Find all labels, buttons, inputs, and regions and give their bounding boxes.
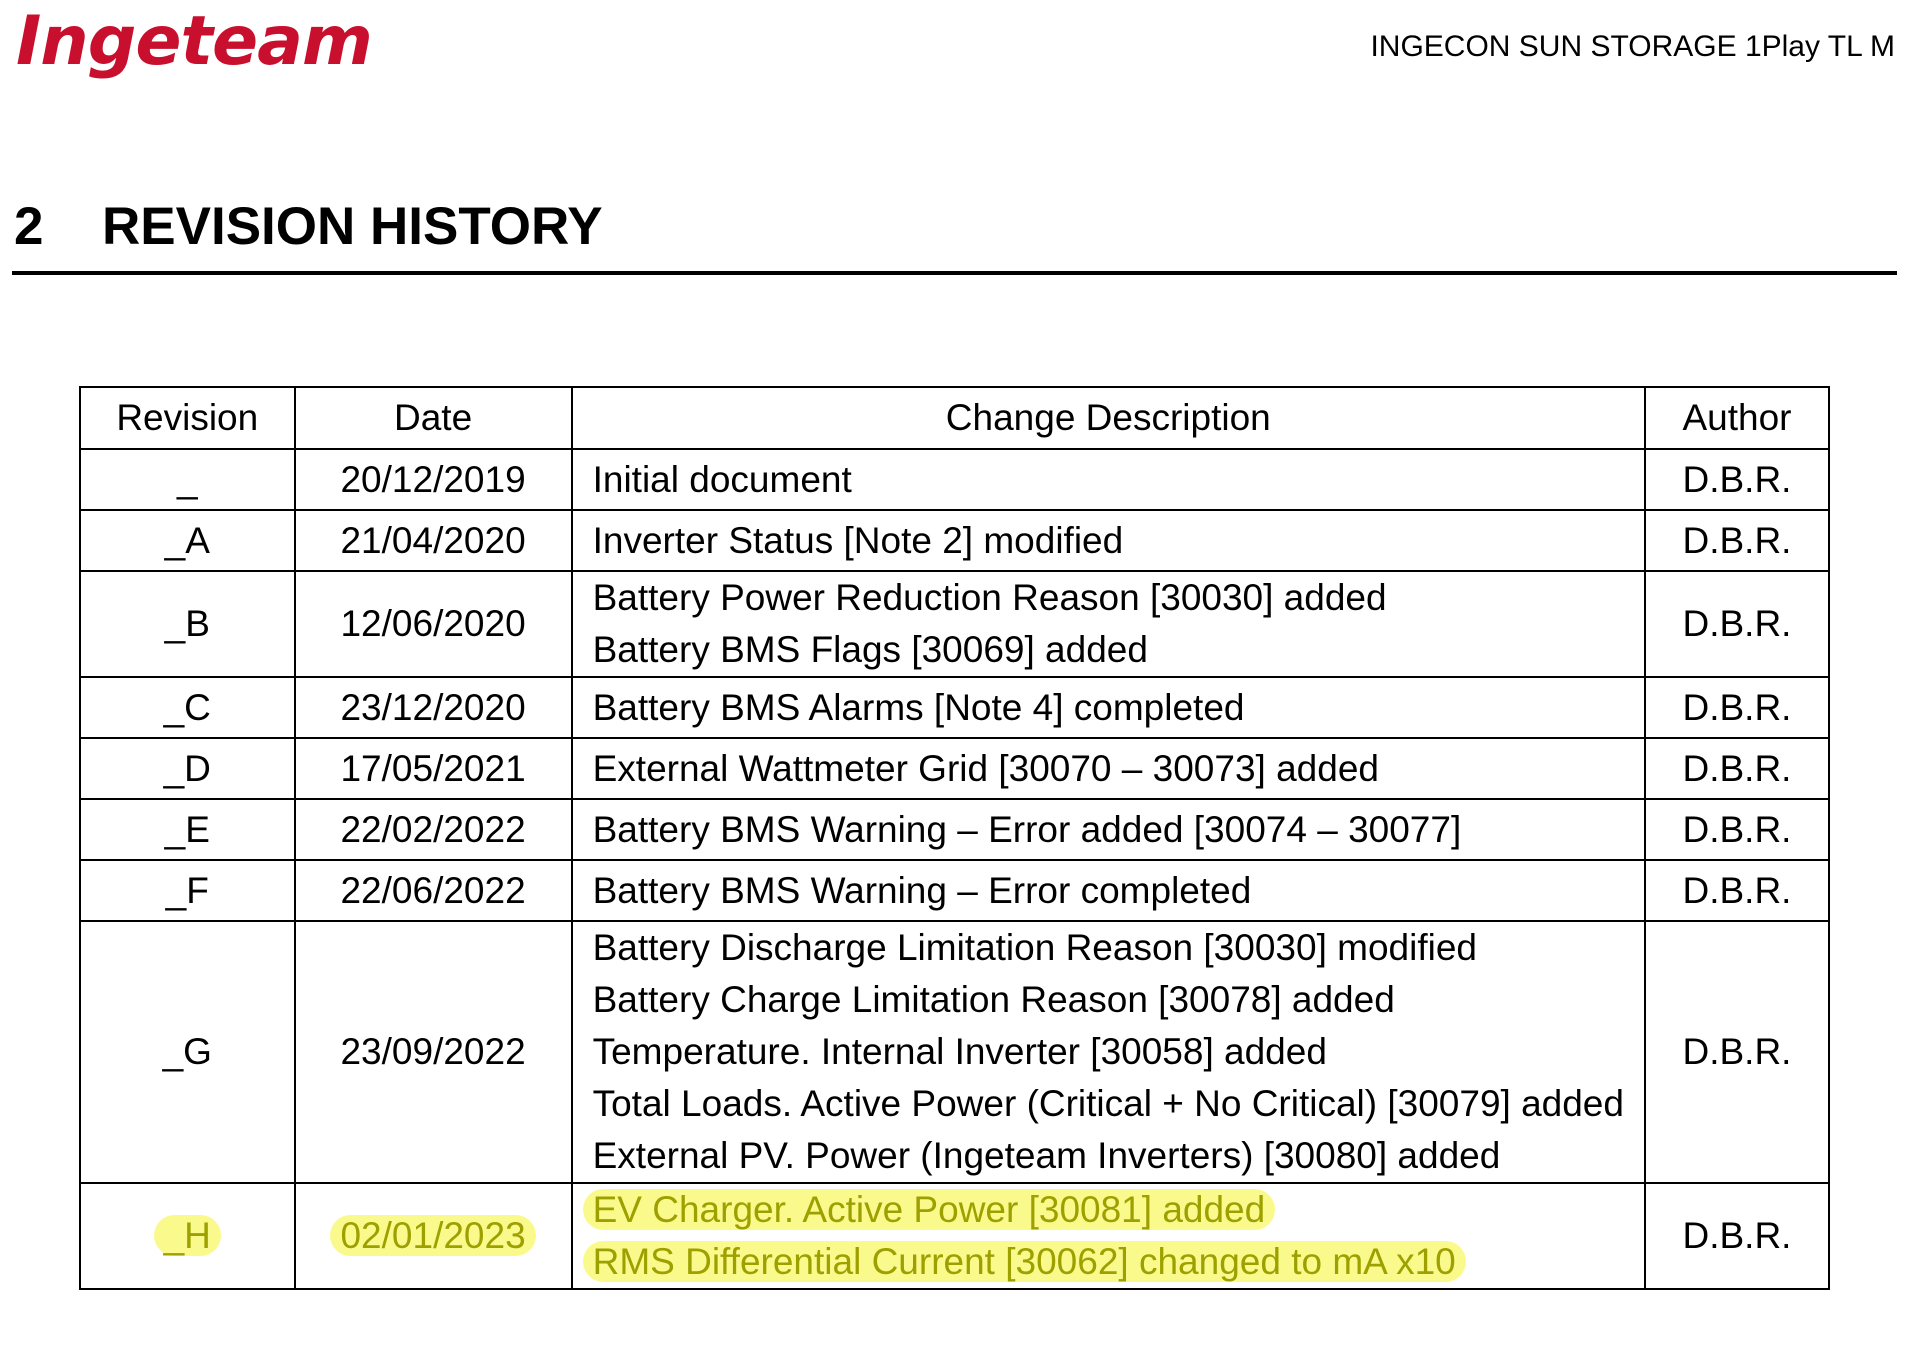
date-cell: 12/06/2020 — [293, 570, 573, 678]
table-row: _F 22/06/2022 Battery BMS Warning – Erro… — [79, 859, 1831, 922]
change-description-cell: Initial document — [570, 448, 1646, 511]
highlight-mark: RMS Differential Current [30062] changed… — [582, 1241, 1466, 1282]
change-line: Battery BMS Alarms [Note 4] completed — [592, 686, 1245, 728]
revision-cell: _D — [79, 737, 296, 800]
highlight-mark: EV Charger. Active Power [30081] added — [582, 1189, 1276, 1230]
change-line: External Wattmeter Grid [30070 – 30073] … — [592, 747, 1379, 789]
change-description-cell: Battery Power Reduction Reason [30030] a… — [570, 570, 1646, 678]
change-line: External PV. Power (Ingeteam Inverters) … — [592, 1135, 1501, 1176]
change-line: Temperature. Internal Inverter [30058] a… — [592, 1031, 1327, 1072]
change-line: EV Charger. Active Power [30081] added — [582, 1184, 1624, 1236]
revision-cell: _H — [79, 1182, 296, 1290]
table-row: _B 12/06/2020 Battery Power Reduction Re… — [79, 570, 1831, 678]
highlight-mark: _H — [153, 1215, 221, 1256]
date-cell: 22/06/2022 — [293, 859, 573, 922]
date-cell: 23/09/2022 — [293, 920, 573, 1184]
author-cell: D.B.R. — [1643, 676, 1831, 739]
change-line: Inverter Status [Note 2] modified — [592, 519, 1124, 561]
change-line: Initial document — [592, 458, 852, 500]
change-description-cell: Inverter Status [Note 2] modified — [570, 509, 1646, 572]
author-cell: D.B.R. — [1643, 859, 1831, 922]
table-row: _D 17/05/2021 External Wattmeter Grid [3… — [79, 737, 1831, 800]
change-line: Battery BMS Warning – Error added [30074… — [592, 808, 1462, 850]
revision-cell: _C — [79, 676, 296, 739]
table-row-highlighted: _H 02/01/2023 EV Charger. Active Power [… — [79, 1182, 1831, 1290]
date-cell: 22/02/2022 — [293, 798, 573, 861]
change-line: Battery BMS Warning – Error completed — [592, 869, 1252, 911]
column-header-revision: Revision — [79, 386, 296, 450]
column-header-change-description: Change Description — [570, 386, 1646, 450]
section-heading: 2 REVISION HISTORY — [14, 200, 603, 253]
document-product-name: INGECON SUN STORAGE 1Play TL M — [1370, 30, 1895, 63]
column-header-date: Date — [293, 386, 573, 450]
date-cell: 20/12/2019 — [293, 448, 573, 511]
author-cell: D.B.R. — [1643, 570, 1831, 678]
change-description-cell: Battery BMS Warning – Error completed — [570, 859, 1646, 922]
revision-cell: _B — [79, 570, 296, 678]
change-description-cell: Battery BMS Alarms [Note 4] completed — [570, 676, 1646, 739]
heading-rule — [12, 271, 1897, 275]
change-line: Battery Power Reduction Reason [30030] a… — [592, 577, 1387, 618]
change-line: Total Loads. Active Power (Critical + No… — [592, 1083, 1624, 1124]
table-row: _G 23/09/2022 Battery Discharge Limitati… — [79, 920, 1831, 1184]
change-line: Battery Charge Limitation Reason [30078]… — [592, 979, 1395, 1020]
date-cell: 17/05/2021 — [293, 737, 573, 800]
change-line: RMS Differential Current [30062] changed… — [582, 1236, 1624, 1288]
change-description-cell: External Wattmeter Grid [30070 – 30073] … — [570, 737, 1646, 800]
table-header-row: Revision Date Change Description Author — [79, 386, 1831, 450]
change-description-cell: EV Charger. Active Power [30081] added R… — [570, 1182, 1646, 1290]
author-cell: D.B.R. — [1643, 737, 1831, 800]
highlight-mark: 02/01/2023 — [330, 1215, 536, 1256]
revision-cell: _A — [79, 509, 296, 572]
section-title: REVISION HISTORY — [102, 197, 603, 256]
author-cell: D.B.R. — [1643, 448, 1831, 511]
revision-cell: _ — [79, 448, 296, 511]
revision-cell: _F — [79, 859, 296, 922]
table-row: _ 20/12/2019 Initial document D.B.R. — [79, 448, 1831, 511]
change-description-cell: Battery Discharge Limitation Reason [300… — [570, 920, 1646, 1184]
column-header-author: Author — [1643, 386, 1831, 450]
table-row: _E 22/02/2022 Battery BMS Warning – Erro… — [79, 798, 1831, 861]
change-line: Battery Discharge Limitation Reason [300… — [592, 927, 1477, 968]
table-row: _A 21/04/2020 Inverter Status [Note 2] m… — [79, 509, 1831, 572]
change-description-cell: Battery BMS Warning – Error added [30074… — [570, 798, 1646, 861]
author-cell: D.B.R. — [1643, 798, 1831, 861]
revision-history-table: Revision Date Change Description Author … — [79, 386, 1831, 1290]
author-cell: D.B.R. — [1643, 920, 1831, 1184]
revision-cell: _E — [79, 798, 296, 861]
date-cell: 23/12/2020 — [293, 676, 573, 739]
change-line: Battery BMS Flags [30069] added — [592, 629, 1148, 670]
author-cell: D.B.R. — [1643, 509, 1831, 572]
revision-cell: _G — [79, 920, 296, 1184]
date-cell: 02/01/2023 — [293, 1182, 573, 1290]
author-cell: D.B.R. — [1643, 1182, 1831, 1290]
section-number: 2 — [14, 197, 44, 256]
table-row: _C 23/12/2020 Battery BMS Alarms [Note 4… — [79, 676, 1831, 739]
date-cell: 21/04/2020 — [293, 509, 573, 572]
ingeteam-logo: Ingeteam — [16, 2, 373, 81]
